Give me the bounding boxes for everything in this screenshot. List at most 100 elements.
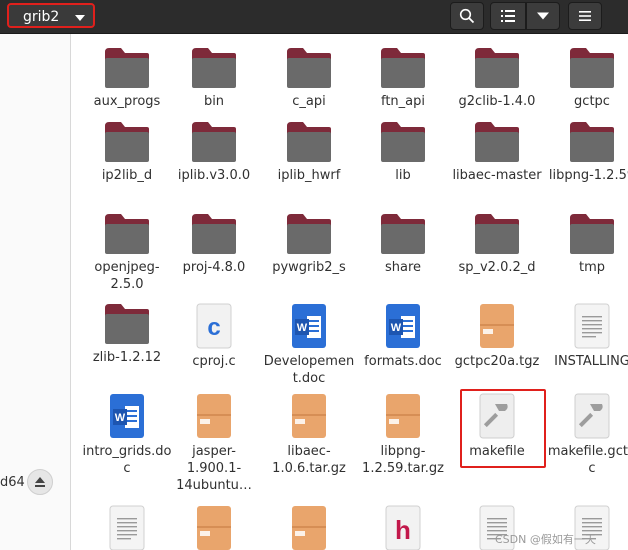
view-options-button[interactable] [526,2,560,30]
folder-icon [546,46,628,90]
file-name-label: Developement.doc [263,354,355,386]
folder-icon [263,120,355,164]
folder-icon [451,120,543,164]
file-item-ip2lib-d[interactable]: ip2lib_d [81,120,173,184]
file-item-jasper-1-900-1-14ubuntu-[interactable]: jasper-1.900.1-14ubuntu… [168,392,260,494]
search-icon [459,8,475,24]
file-name-label: iplib.v3.0.0 [177,168,251,183]
list-view-button[interactable] [490,2,526,30]
file-name-label: lib [395,168,411,183]
svg-text:W: W [115,412,126,424]
file-name-label: formats.doc [364,354,442,369]
folder-icon [81,120,173,164]
file-item-gctpc20a-tgz[interactable]: gctpc20a.tgz [451,302,543,370]
file-item-bin[interactable]: bin [168,46,260,110]
device-label[interactable]: d64 [0,475,25,490]
folder-icon [81,302,173,346]
eject-icon [35,477,45,487]
file-name-label: ip2lib_d [101,168,153,183]
file-name-label: gctpc [574,94,610,109]
file-item-sp-v2-0-2-d[interactable]: sp_v2.0.2_d [451,212,543,276]
file-name-label: libaec-master [452,168,542,183]
file-item-iplib-v3-0-0[interactable]: iplib.v3.0.0 [168,120,260,184]
file-name-label: sp_v2.0.2_d [458,260,536,275]
file-item-libaec-1-0-6-tar-gz[interactable]: libaec-1.0.6.tar.gz [263,392,355,477]
file-name-label: g2clib-1.4.0 [458,94,536,109]
archive-icon [263,504,355,550]
file-item-formats-doc[interactable]: Wformats.doc [357,302,449,370]
file-item-libaec-master[interactable]: libaec-master [451,120,543,184]
word-document-icon: W [357,302,449,350]
file-item-installing[interactable]: INSTALLING [546,302,628,370]
file-item-unnamed-31[interactable] [168,504,260,550]
file-item-g2clib-1-4-0[interactable]: g2clib-1.4.0 [451,46,543,110]
file-name-label: makefile.gctpc [547,444,628,476]
eject-button[interactable] [27,469,53,495]
makefile-icon [546,392,628,440]
file-name-label: zlib-1.2.12 [92,350,162,365]
svg-text:W: W [297,322,308,334]
file-item-unnamed-32[interactable] [263,504,355,550]
list-view-icon [501,10,515,22]
menu-button[interactable] [568,2,602,30]
archive-icon [357,392,449,440]
text-file-icon [81,504,173,550]
folder-icon [263,212,355,256]
search-button[interactable] [450,2,484,30]
file-item-openjpeg-2-5-0[interactable]: openjpeg-2.5.0 [81,212,173,293]
folder-icon [546,120,628,164]
file-grid: aux_progs bin c_api ftn_api g2clib-1.4.0… [71,34,628,550]
folder-icon [357,120,449,164]
file-item-proj-4-8-0[interactable]: proj-4.8.0 [168,212,260,276]
word-document-icon: W [263,302,355,350]
path-bar-button[interactable]: grib2 [7,3,95,28]
folder-icon [357,46,449,90]
file-item-c-api[interactable]: c_api [263,46,355,110]
file-name-label: ftn_api [380,94,425,109]
file-item-libpng-1-2-59-tar-gz[interactable]: libpng-1.2.59.tar.gz [357,392,449,477]
file-item-aux-progs[interactable]: aux_progs [81,46,173,110]
folder-icon [451,46,543,90]
file-name-label: bin [203,94,225,109]
text-file-icon [546,302,628,350]
file-item-intro-grids-doc[interactable]: Wintro_grids.doc [81,392,173,477]
file-item-share[interactable]: share [357,212,449,276]
file-item-gctpc[interactable]: gctpc [546,46,628,110]
path-label: grib2 [23,9,60,25]
folder-icon [263,46,355,90]
file-item-makefile-gctpc[interactable]: makefile.gctpc [546,392,628,477]
file-name-label: libpng-1.2.59.tar.gz [362,444,444,476]
folder-icon [81,212,173,256]
folder-icon [168,120,260,164]
file-item-unnamed-30[interactable] [81,504,173,550]
file-item-developement-doc[interactable]: W Developement.doc [263,302,355,387]
hamburger-menu-icon [579,11,591,21]
file-item-makefile[interactable]: makefile [451,392,543,460]
file-name-label: share [384,260,422,275]
sidebar: d64 [0,34,71,550]
folder-icon [546,212,628,256]
file-item-iplib-hwrf[interactable]: iplib_hwrf [263,120,355,184]
file-item-lib[interactable]: lib [357,120,449,184]
file-item-pywgrib2-s[interactable]: pywgrib2_s [263,212,355,276]
file-name-label: openjpeg-2.5.0 [94,260,160,292]
folder-icon [168,46,260,90]
header-bar: grib2 [0,0,628,34]
makefile-icon [451,392,543,440]
header-file-icon: h [357,504,449,550]
file-item-tmp[interactable]: tmp [546,212,628,276]
archive-icon [168,392,260,440]
file-name-label: pywgrib2_s [272,260,346,275]
folder-icon [451,212,543,256]
file-item-cproj-c[interactable]: c cproj.c [168,302,260,370]
file-item-zlib-1-2-12[interactable]: zlib-1.2.12 [81,302,173,366]
archive-icon [451,302,543,350]
svg-text:h: h [395,515,411,545]
chevron-down-icon [537,12,549,20]
file-item-unnamed-33[interactable]: h [357,504,449,550]
file-name-label: libpng-1.2.59 [548,168,628,183]
file-item-libpng-1-2-59[interactable]: libpng-1.2.59 [546,120,628,184]
file-item-ftn-api[interactable]: ftn_api [357,46,449,110]
archive-icon [263,392,355,440]
word-document-icon: W [81,392,173,440]
